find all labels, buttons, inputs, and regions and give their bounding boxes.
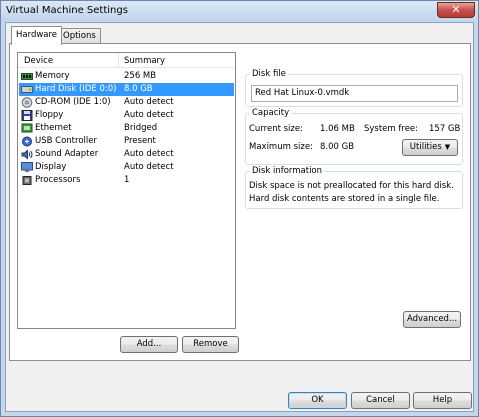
device-row-sound-adapter[interactable]: Sound Adapter Auto detect — [19, 148, 234, 161]
column-header-summary[interactable]: Summary — [124, 56, 165, 66]
help-button[interactable]: Help — [413, 392, 472, 409]
device-list-header: Device Summary — [18, 53, 235, 68]
dialog-client-area: Hardware Options Device Summary Memory 2… — [5, 22, 474, 412]
tab-options[interactable]: Options — [58, 28, 101, 44]
device-row-ethernet[interactable]: Ethernet Bridged — [19, 122, 234, 135]
device-summary: 8.0 GB — [124, 84, 153, 94]
memory-icon — [21, 73, 33, 80]
advanced-button[interactable]: Advanced... — [403, 311, 461, 328]
cancel-button[interactable]: Cancel — [351, 392, 410, 409]
column-header-device[interactable]: Device — [24, 56, 53, 66]
system-free-label: System free: — [364, 124, 419, 134]
disk-information-title: Disk information — [250, 166, 325, 176]
sound-icon — [21, 149, 33, 160]
device-summary: 256 MB — [124, 71, 157, 81]
hard-disk-icon — [21, 86, 33, 93]
disk-file-group: Disk file Red Hat Linux-0.vmdk — [245, 69, 463, 107]
device-name: Processors — [35, 175, 81, 185]
ethernet-icon — [21, 123, 33, 133]
close-button[interactable]: ✕ — [437, 2, 475, 18]
device-name: Memory — [35, 71, 70, 81]
device-row-cd-rom[interactable]: CD-ROM (IDE 1:0) Auto detect — [19, 96, 234, 109]
add-button[interactable]: Add... — [120, 336, 178, 353]
capacity-group: Capacity Current size: 1.06 MB System fr… — [245, 108, 463, 165]
hardware-panel: Device Summary Memory 256 MB Hard Disk (… — [9, 43, 471, 361]
vm-settings-window: Virtual Machine Settings ✕ Hardware Opti… — [0, 0, 479, 417]
device-summary: Bridged — [124, 123, 158, 133]
column-separator[interactable] — [118, 53, 119, 68]
disk-info-line-2: Hard disk contents are stored in a singl… — [249, 194, 440, 204]
device-row-usb-controller[interactable]: USB Controller Present — [19, 135, 234, 148]
disk-information-group: Disk information Disk space is not preal… — [245, 166, 463, 209]
tab-hardware[interactable]: Hardware — [11, 26, 63, 45]
device-list[interactable]: Device Summary Memory 256 MB Hard Disk (… — [17, 52, 236, 329]
device-summary: Auto detect — [124, 162, 174, 172]
device-row-display[interactable]: Display Auto detect — [19, 161, 234, 174]
system-free-value: 157 GB — [429, 124, 461, 134]
device-name: Ethernet — [35, 123, 72, 133]
maximum-size-label: Maximum size: — [249, 142, 313, 152]
disk-file-field[interactable]: Red Hat Linux-0.vmdk — [251, 85, 458, 102]
device-row-memory[interactable]: Memory 256 MB — [19, 70, 234, 83]
capacity-title: Capacity — [250, 108, 292, 118]
usb-icon — [22, 136, 32, 147]
utilities-dropdown[interactable]: Utilities ▼ — [402, 139, 458, 156]
title-bar[interactable]: Virtual Machine Settings ✕ — [1, 1, 478, 21]
display-icon — [21, 162, 33, 172]
ok-button[interactable]: OK — [288, 392, 347, 409]
window-title: Virtual Machine Settings — [6, 5, 128, 16]
device-row-floppy[interactable]: Floppy Auto detect — [19, 109, 234, 122]
device-name: Display — [35, 162, 67, 172]
device-name: Sound Adapter — [35, 149, 99, 159]
disk-file-title: Disk file — [250, 69, 288, 79]
current-size-value: 1.06 MB — [320, 124, 355, 134]
device-row-processors[interactable]: Processors 1 — [19, 174, 234, 187]
remove-button[interactable]: Remove — [182, 336, 239, 353]
device-name: USB Controller — [35, 136, 97, 146]
disk-info-line-1: Disk space is not preallocated for this … — [249, 181, 454, 191]
device-summary: Auto detect — [124, 149, 174, 159]
device-summary: 1 — [124, 175, 130, 185]
processor-icon — [22, 176, 32, 185]
dropdown-arrow-icon: ▼ — [444, 143, 451, 151]
device-summary: Present — [124, 136, 156, 146]
utilities-label: Utilities — [409, 142, 442, 152]
maximum-size-value: 8.00 GB — [320, 142, 355, 152]
cd-rom-icon — [21, 97, 33, 108]
current-size-label: Current size: — [249, 124, 303, 134]
device-summary: Auto detect — [124, 110, 174, 120]
floppy-icon — [21, 110, 33, 121]
device-name: CD-ROM (IDE 1:0) — [35, 97, 111, 107]
device-row-hard-disk[interactable]: Hard Disk (IDE 0:0) 8.0 GB — [19, 83, 234, 96]
device-name: Floppy — [35, 110, 64, 120]
device-name: Hard Disk (IDE 0:0) — [35, 84, 117, 94]
device-summary: Auto detect — [124, 97, 174, 107]
